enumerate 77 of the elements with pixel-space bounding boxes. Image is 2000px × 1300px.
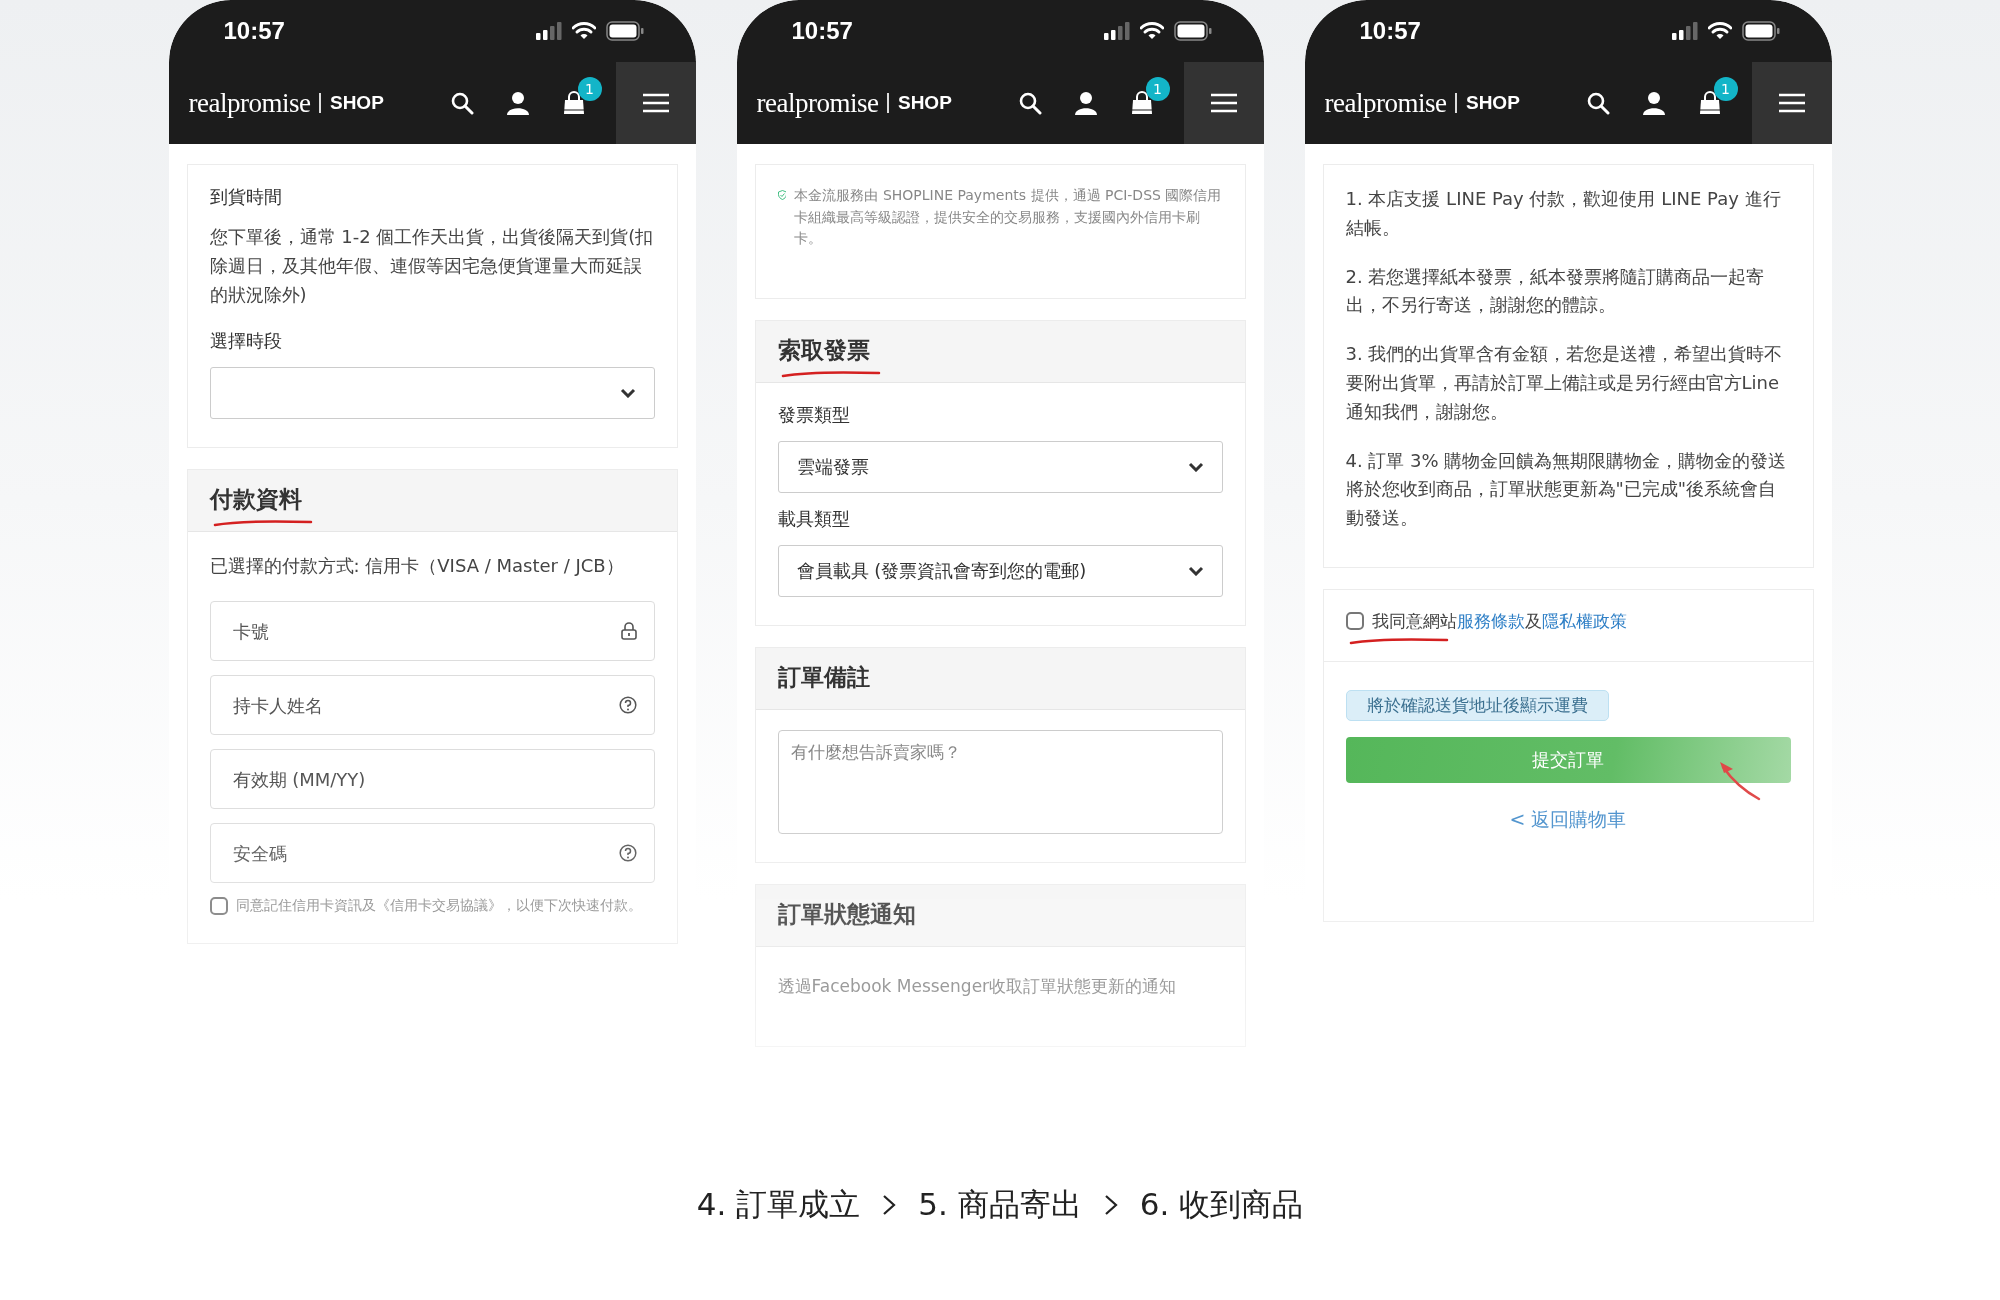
- help-icon[interactable]: [618, 696, 637, 715]
- logo-suffix[interactable]: SHOP: [897, 92, 952, 114]
- help-icon[interactable]: [618, 844, 637, 863]
- cart-count-badge: 1: [1713, 77, 1738, 101]
- note-field[interactable]: 有什麼想告訴賣家嗎？: [777, 730, 1223, 835]
- section-title: 訂單備註: [777, 664, 870, 691]
- menu-icon: [1210, 93, 1237, 113]
- dropdown[interactable]: 會員載具 (發票資訊會寄到您的電郵): [777, 545, 1223, 598]
- policy-link[interactable]: 服務條款: [1456, 610, 1525, 631]
- lock-icon: [620, 622, 637, 641]
- info-text: 1. 本店支援 LINE Pay 付款，歡迎使用 LINE Pay 進行結帳。: [1345, 187, 1782, 240]
- signal-icon: [535, 22, 562, 40]
- shopping-bag-icon[interactable]: [1129, 91, 1154, 115]
- signal-icon: [1671, 22, 1698, 40]
- field-label: 選擇時段: [209, 329, 283, 354]
- chevron-right-icon: [882, 1194, 897, 1216]
- checkbox[interactable]: [209, 897, 228, 916]
- logo-text[interactable]: realpromise: [188, 87, 311, 119]
- shopping-bag-icon[interactable]: [561, 91, 586, 115]
- info-text: 您下單後，通常 1-2 個工作天出貨，出貨後隔天到貨(扣除週日，及其他年假、連假等因宅急便貨運量大而延誤的狀況除外): [209, 225, 655, 307]
- agreement-text: 我同意網站服務條款及隱私權政策: [1371, 609, 1627, 633]
- search-icon[interactable]: [449, 91, 474, 115]
- agreement-text: 同意記住信用卡資訊及《信用卡交易協議》，以便下次快速付款。: [235, 897, 642, 916]
- battery-icon: [1173, 21, 1212, 41]
- input-field[interactable]: 安全碼: [209, 823, 655, 884]
- section-title: 索取發票: [777, 337, 870, 364]
- chevron-down-icon: [1187, 462, 1204, 473]
- security-note: 本金流服務由 SHOPLINE Payments 提供，通過 PCI-DSS 國際信用卡組織最高等級認證，提供安全的交易服務，支援國內外信用卡刷卡。: [794, 186, 1223, 249]
- info-text: 已選擇的付款方式: 信用卡（VISA / Master / JCB）: [209, 554, 625, 579]
- battery-icon: [1741, 21, 1780, 41]
- status-time: 10:57: [223, 17, 285, 45]
- cart-count-badge: 1: [1145, 77, 1170, 101]
- info-text: 3. 我們的出貨單含有金額，若您是送禮，希望出貨時不要附出貨單，再請於訂單上備註或是另行經由官方Line通知我們，謝謝您。: [1345, 342, 1784, 424]
- step-label: 6. 收到商品: [1139, 1185, 1304, 1224]
- policy-link[interactable]: 隱私權政策: [1541, 610, 1627, 631]
- menu-icon: [1778, 93, 1805, 113]
- section-title: 付款資料: [209, 486, 302, 513]
- input-field[interactable]: 有效期 (MM/YY): [209, 749, 655, 810]
- cart-count-badge: 1: [577, 77, 602, 101]
- search-icon[interactable]: [1017, 91, 1042, 115]
- info-text: 2. 若您選擇紙本發票，紙本發票將隨訂購商品一起寄出，不另行寄送，謝謝您的體諒。: [1345, 264, 1766, 318]
- logo-text[interactable]: realpromise: [756, 87, 879, 119]
- search-icon[interactable]: [1585, 91, 1610, 115]
- step-label: 5. 商品寄出: [918, 1185, 1082, 1224]
- wifi-icon: [571, 22, 596, 40]
- user-icon[interactable]: [1641, 91, 1666, 115]
- menu-button[interactable]: [615, 62, 696, 144]
- chevron-right-icon: [1103, 1194, 1118, 1216]
- input-field[interactable]: 卡號: [209, 601, 655, 662]
- chevron-down-icon: [619, 388, 636, 399]
- status-time: 10:57: [1359, 17, 1421, 45]
- wifi-icon: [1707, 22, 1732, 40]
- hint-text: 透過Facebook Messenger收取訂單狀態更新的通知: [777, 975, 1178, 999]
- input-field[interactable]: 持卡人姓名: [209, 675, 655, 736]
- chevron-down-icon: [1187, 566, 1204, 577]
- battery-icon: [605, 21, 644, 41]
- section-title: 訂單狀態通知: [777, 901, 916, 928]
- field-label: 發票類型: [777, 403, 851, 428]
- user-icon[interactable]: [505, 91, 530, 115]
- checkbox[interactable]: [1345, 612, 1364, 631]
- field-label: 載具類型: [777, 507, 851, 532]
- dropdown[interactable]: 雲端發票: [777, 441, 1223, 494]
- info-text: 4. 訂單 3% 購物金回饋為無期限購物金，購物金的發送將於您收到商品，訂單狀態更新為"已完成"後系統會自動發送。: [1345, 448, 1788, 531]
- step-label: 4. 訂單成立: [696, 1185, 861, 1224]
- signal-icon: [1103, 22, 1130, 40]
- logo-text[interactable]: realpromise: [1324, 87, 1447, 119]
- menu-button[interactable]: [1751, 62, 1832, 144]
- field-label: 到貨時間: [209, 185, 283, 209]
- logo-suffix[interactable]: SHOP: [1465, 92, 1520, 114]
- shipping-notice: 將於確認送貨地址後顯示運費: [1345, 689, 1609, 721]
- menu-icon: [642, 93, 669, 113]
- logo-suffix[interactable]: SHOP: [329, 92, 384, 114]
- wifi-icon: [1139, 22, 1164, 40]
- shopping-bag-icon[interactable]: [1697, 91, 1722, 115]
- menu-button[interactable]: [1183, 62, 1264, 144]
- status-time: 10:57: [791, 17, 853, 45]
- user-icon[interactable]: [1073, 91, 1098, 115]
